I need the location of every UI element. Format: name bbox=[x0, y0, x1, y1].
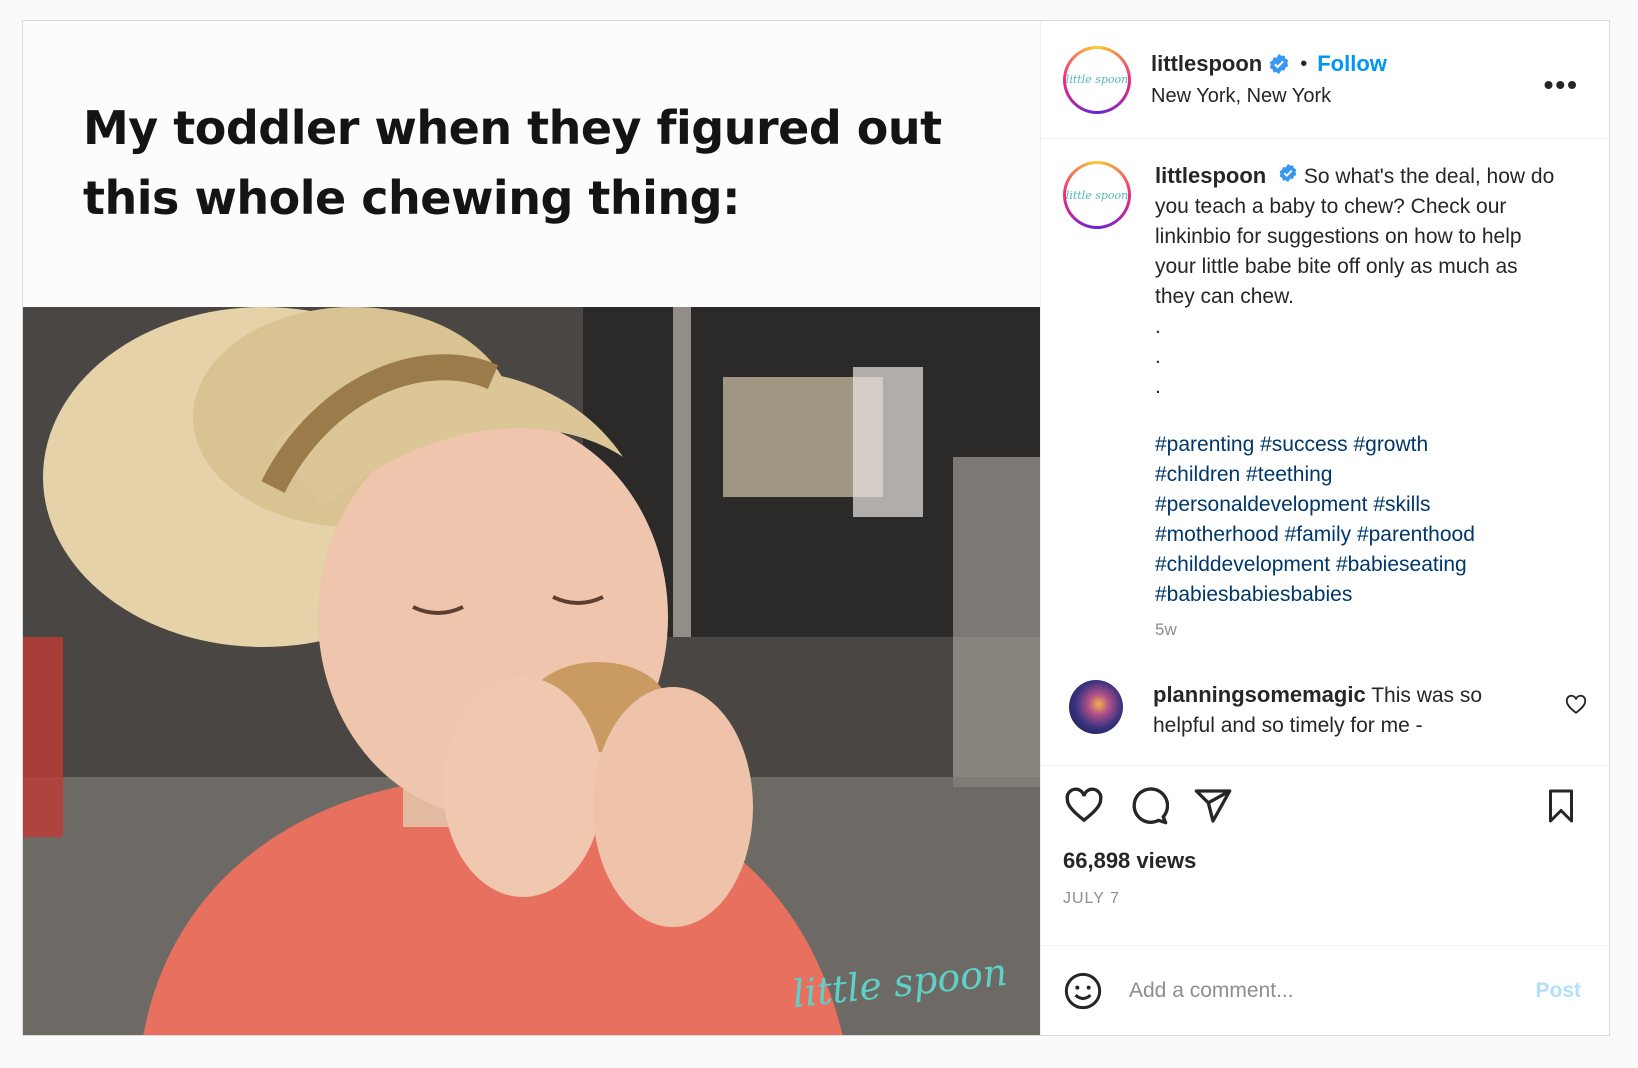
caption-dot: . bbox=[1155, 315, 1161, 338]
more-options-icon[interactable]: ••• bbox=[1544, 69, 1579, 101]
comments-section[interactable]: little spoon littlespoon So what's the d… bbox=[1041, 139, 1609, 765]
comment-text: planningsomemagic This was so helpful an… bbox=[1153, 680, 1533, 741]
comment-like-heart-icon[interactable] bbox=[1565, 694, 1587, 721]
caption-body: littlespoon So what's the deal, how do y… bbox=[1155, 161, 1555, 640]
caption-dot: . bbox=[1155, 375, 1161, 398]
header-separator: • bbox=[1300, 52, 1308, 75]
hashtag-line[interactable]: #children #teething bbox=[1155, 463, 1332, 486]
comment-avatar[interactable] bbox=[1069, 680, 1123, 734]
caption-avatar[interactable]: little spoon bbox=[1063, 161, 1131, 229]
avatar-logo-text: little spoon bbox=[1065, 73, 1129, 86]
caption-verified-badge-icon bbox=[1278, 163, 1298, 183]
actions-section: 66,898 views JULY 7 bbox=[1041, 765, 1609, 945]
hashtag-line[interactable]: #personaldevelopment #skills bbox=[1155, 493, 1431, 516]
avatar-inner: little spoon bbox=[1065, 48, 1129, 111]
avatar[interactable]: little spoon bbox=[1063, 45, 1131, 114]
caption-dot: . bbox=[1155, 345, 1161, 368]
post-date[interactable]: JULY 7 bbox=[1063, 890, 1587, 908]
post-side-panel: little spoon littlespoon • Follow New Yo… bbox=[1041, 21, 1609, 1035]
post-comment-button[interactable]: Post bbox=[1535, 979, 1581, 1003]
comment-item: planningsomemagic This was so helpful an… bbox=[1063, 680, 1587, 741]
caption-username[interactable]: littlespoon bbox=[1155, 163, 1266, 188]
hashtag-line[interactable]: #childdevelopment #babieseating bbox=[1155, 553, 1467, 576]
caption-text: littlespoon So what's the deal, how do y… bbox=[1155, 161, 1555, 312]
photo-illustration bbox=[23, 307, 1040, 1035]
hashtag-line[interactable]: #parenting #success #growth bbox=[1155, 433, 1428, 456]
share-icon[interactable] bbox=[1193, 786, 1233, 826]
bookmark-icon[interactable] bbox=[1543, 787, 1579, 825]
heart-icon[interactable] bbox=[1063, 786, 1105, 826]
header-text: littlespoon • Follow New York, New York bbox=[1151, 51, 1387, 108]
post-card: My toddler when they figured out this wh… bbox=[22, 20, 1610, 1036]
add-comment-bar: Post bbox=[1041, 945, 1609, 1035]
views-count[interactable]: 66,898 views bbox=[1063, 848, 1587, 874]
caption-row: little spoon littlespoon So what's the d… bbox=[1063, 161, 1587, 640]
caption-time-ago[interactable]: 5w bbox=[1155, 620, 1555, 640]
post-photo bbox=[23, 307, 1040, 1035]
caption-avatar-logo-text: little spoon bbox=[1065, 188, 1129, 202]
comment-username[interactable]: planningsomemagic bbox=[1153, 682, 1366, 707]
hashtag-line[interactable]: #motherhood #family #parenthood bbox=[1155, 523, 1475, 546]
follow-button[interactable]: Follow bbox=[1317, 51, 1387, 77]
verified-badge-icon bbox=[1268, 53, 1290, 75]
hashtags: #parenting #success #growth #children #t… bbox=[1155, 430, 1555, 610]
location-link[interactable]: New York, New York bbox=[1151, 85, 1387, 108]
emoji-icon[interactable] bbox=[1063, 971, 1103, 1011]
post-header: little spoon littlespoon • Follow New Yo… bbox=[1041, 21, 1609, 139]
caption-avatar-inner: little spoon bbox=[1066, 164, 1128, 226]
header-username[interactable]: littlespoon bbox=[1151, 51, 1262, 77]
comment-input[interactable] bbox=[1129, 978, 1536, 1003]
header-top-row: littlespoon • Follow bbox=[1151, 51, 1387, 77]
comment-icon[interactable] bbox=[1129, 786, 1169, 826]
meme-text: My toddler when they figured out this wh… bbox=[83, 101, 942, 225]
hashtag-line[interactable]: #babiesbabiesbabies bbox=[1155, 583, 1352, 606]
action-icons bbox=[1063, 786, 1587, 826]
post-media[interactable]: My toddler when they figured out this wh… bbox=[23, 21, 1041, 1035]
